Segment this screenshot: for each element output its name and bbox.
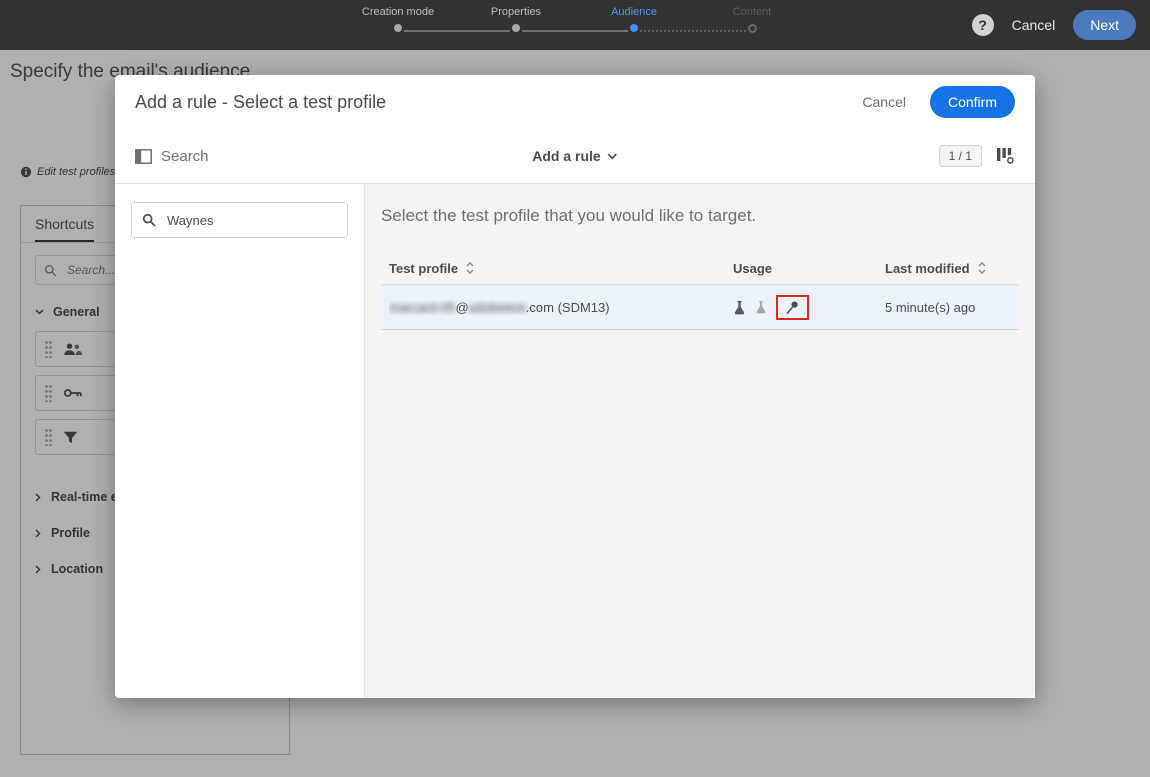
test-profile-email: marcard-05@adobetest.com (SDM13) (389, 300, 733, 315)
step-content[interactable]: Content (693, 6, 811, 33)
wizard-cancel-button[interactable]: Cancel (1012, 17, 1056, 33)
step-dot (630, 24, 638, 32)
redacted-email-domain: adobetest (469, 300, 526, 315)
column-header-last-modified[interactable]: Last modified (885, 261, 1011, 276)
test-tube-icon[interactable] (733, 300, 746, 315)
search-panel-label: Search (161, 148, 209, 165)
email-at: @ (455, 300, 468, 315)
modal-confirm-button[interactable]: Confirm (930, 86, 1015, 118)
column-header-test-profile[interactable]: Test profile (389, 261, 733, 276)
table-row[interactable]: marcard-05@adobetest.com (SDM13) (381, 285, 1019, 330)
add-rule-dropdown[interactable]: Add a rule (532, 148, 617, 164)
rail-icon (135, 149, 152, 164)
instruction-text: Select the test profile that you would l… (381, 206, 1019, 226)
profile-search-input[interactable] (165, 212, 337, 229)
profile-results-panel: Select the test profile that you would l… (365, 184, 1035, 698)
sort-icon (977, 261, 987, 275)
modal-title: Add a rule - Select a test profile (135, 92, 862, 113)
redacted-email-local: marcard-05 (389, 300, 455, 315)
chevron-down-icon (608, 153, 618, 160)
add-rule-modal: Add a rule - Select a test profile Cance… (115, 75, 1035, 698)
search-panel-toggle[interactable]: Search (135, 148, 209, 165)
page-indicator: 1 / 1 (939, 145, 982, 167)
step-creation-mode[interactable]: Creation mode (339, 6, 457, 33)
highlight-red-box (776, 295, 809, 320)
step-label: Content (733, 6, 772, 18)
modal-body: Select the test profile that you would l… (115, 184, 1035, 698)
search-icon (142, 213, 156, 227)
wizard-next-button[interactable]: Next (1073, 10, 1136, 40)
column-settings-icon[interactable] (996, 147, 1015, 165)
step-label: Properties (491, 6, 541, 18)
modal-toolbar: Search Add a rule 1 / 1 (115, 129, 1035, 184)
column-label: Test profile (389, 261, 458, 276)
add-rule-label: Add a rule (532, 148, 600, 164)
wizard-topbar: Creation mode Properties Audience Conten… (0, 0, 1150, 50)
profile-search-field[interactable] (131, 202, 348, 238)
last-modified-cell: 5 minute(s) ago (885, 300, 1011, 315)
step-dot (748, 24, 757, 33)
step-dot (512, 24, 520, 32)
wizard-stepper: Creation mode Properties Audience Conten… (339, 6, 811, 33)
step-label: Audience (611, 6, 657, 18)
column-label: Usage (733, 261, 772, 276)
step-label: Creation mode (362, 6, 434, 18)
modal-header: Add a rule - Select a test profile Cance… (115, 75, 1035, 129)
step-dot (394, 24, 402, 32)
search-panel (115, 184, 365, 698)
help-icon[interactable]: ? (972, 14, 994, 36)
email-visible-suffix: .com (SDM13) (526, 300, 610, 315)
column-label: Last modified (885, 261, 970, 276)
toolbar-right: 1 / 1 (939, 145, 1015, 167)
pin-icon[interactable] (785, 300, 800, 315)
sort-icon (465, 261, 475, 275)
step-properties[interactable]: Properties (457, 6, 575, 33)
topbar-actions: ? Cancel Next (972, 0, 1136, 50)
usage-cell (733, 295, 885, 320)
modal-cancel-button[interactable]: Cancel (862, 94, 906, 110)
table-header: Test profile Usage Last modified (381, 252, 1019, 285)
column-header-usage[interactable]: Usage (733, 261, 885, 276)
test-tube-light-icon[interactable] (755, 300, 767, 314)
step-audience[interactable]: Audience (575, 6, 693, 33)
